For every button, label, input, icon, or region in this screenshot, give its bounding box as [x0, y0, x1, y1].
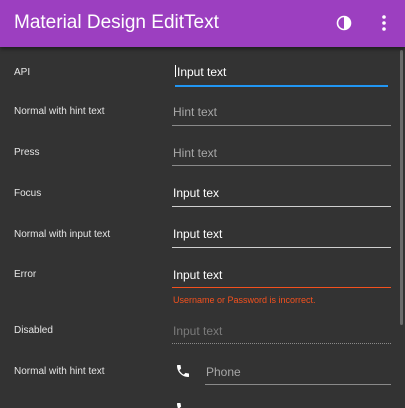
- scrollbar[interactable]: [400, 50, 403, 325]
- normal-input[interactable]: Input text: [173, 227, 222, 241]
- disabled-input-underline: [172, 343, 391, 344]
- contrast-icon[interactable]: [336, 15, 352, 31]
- api-input-text: Input text: [177, 65, 227, 79]
- normal-input-underline: [172, 247, 391, 248]
- focus-input[interactable]: Input tex: [173, 186, 219, 200]
- hint-input[interactable]: Hint text: [173, 105, 217, 119]
- row-label-normal-hint: Normal with hint text: [14, 106, 105, 117]
- press-input-underline: [172, 165, 391, 166]
- app-bar: Material Design EditText: [0, 0, 405, 47]
- more-vert-icon[interactable]: [379, 14, 389, 32]
- phone-input[interactable]: Phone: [206, 365, 241, 379]
- row-label-normal-input: Normal with input text: [14, 229, 111, 240]
- error-input[interactable]: Input text: [173, 268, 222, 282]
- text-cursor: [175, 65, 176, 77]
- row-label-error: Error: [14, 269, 37, 280]
- api-input[interactable]: Input text: [175, 65, 226, 79]
- hint-input-underline: [172, 125, 391, 126]
- press-input[interactable]: Hint text: [173, 146, 217, 160]
- app-window: Material Design EditText API Input text …: [0, 0, 405, 408]
- phone-input-underline: [205, 384, 391, 385]
- disabled-input: Input text: [173, 324, 223, 338]
- row-label-disabled: Disabled: [14, 325, 53, 336]
- api-input-underline: [175, 85, 388, 87]
- phone-icon: [177, 365, 189, 377]
- phone-icon-partial: [177, 403, 182, 408]
- error-message: Username or Password is incorrect.: [173, 295, 316, 305]
- row-label-phone: Normal with hint text: [14, 366, 105, 377]
- error-input-underline: [172, 287, 391, 288]
- focus-input-underline: [172, 206, 391, 207]
- row-label-focus: Focus: [14, 188, 42, 199]
- app-title: Material Design EditText: [14, 12, 219, 33]
- row-label-api: API: [14, 67, 31, 78]
- row-label-press: Press: [14, 147, 40, 158]
